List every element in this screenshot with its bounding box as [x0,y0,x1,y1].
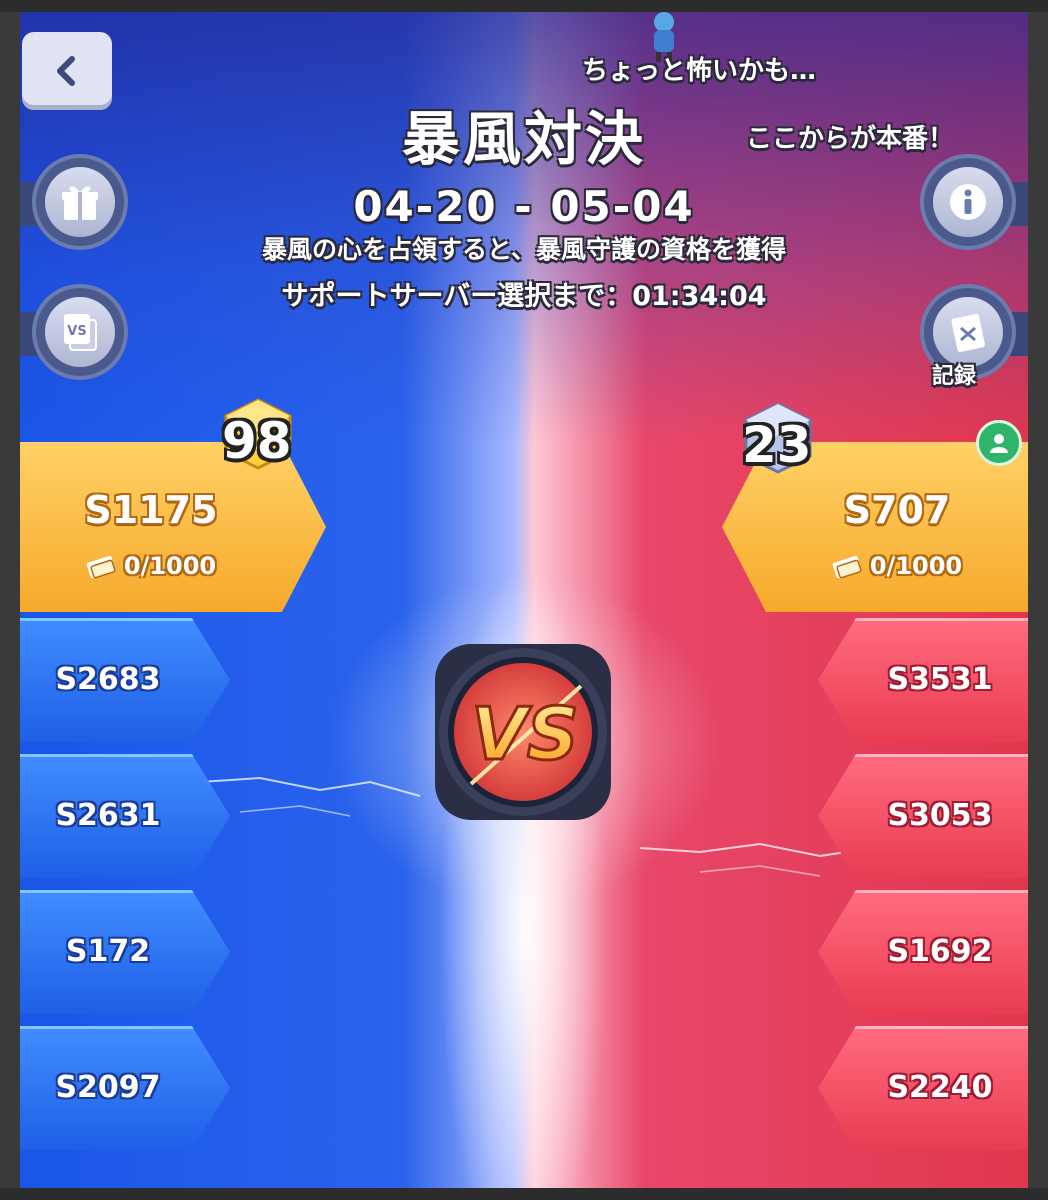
left-server-slot[interactable]: S2097 [20,1026,230,1150]
svg-text:VS: VS [67,324,86,339]
left-server-slot[interactable]: S2683 [20,618,230,742]
record-label: 記録 [932,364,977,389]
right-server-name: S3053 [887,798,993,833]
left-server-slot[interactable]: S172 [20,890,230,1014]
left-server-slot[interactable]: S2631 [20,754,230,878]
right-server-slot[interactable]: S3531 [818,618,1028,742]
user-icon [990,434,1008,453]
storm-duel-screen: VS 記録 ちょっと怖いかも… ここからが本番！ 暴風対決 04-20 - 05… [20,12,1028,1188]
chevron-left-icon [57,56,75,86]
left-team-score: 98 [222,412,292,470]
right-server-name: S3531 [887,662,993,697]
left-main-server-name: S1175 [84,488,218,532]
left-main-server-quota: 0/1000 [20,552,282,580]
event-description: 暴風の心を占領すると、暴風守護の資格を獲得 [261,235,786,264]
left-server-name: S2097 [55,1070,161,1105]
top-frame-strip [0,0,1048,12]
left-server-name: S2631 [55,798,161,833]
countdown-label: サポートサーバー選択まで： [281,281,633,312]
right-main-server-name: S707 [843,488,951,532]
support-server-countdown: サポートサーバー選択まで：01:34:04 [20,274,1028,313]
right-server-slot[interactable]: S1692 [818,890,1028,1014]
right-server-slot[interactable]: S2240 [818,1026,1028,1150]
left-server-name: S172 [65,934,151,969]
left-server-name: S2683 [55,662,161,697]
vs-badge: VS [435,644,611,820]
vs-text: VS [471,692,579,776]
right-team-score: 23 [742,416,812,474]
chat-message: ちょっと怖いかも… [582,56,817,86]
bottom-frame-strip [0,1188,1048,1200]
countdown-value: 01:34:04 [632,281,767,312]
user-badge[interactable] [976,420,1022,466]
ticket-icon [832,555,862,579]
right-server-slot[interactable]: S3053 [818,754,1028,878]
event-date-range: 04-20 - 05-04 [353,182,695,231]
right-main-server-quota: 0/1000 [766,552,1028,580]
event-title: 暴風対決 [401,105,646,173]
ticket-icon [86,555,116,579]
right-server-name: S1692 [887,934,993,969]
vs-history-icon: VS [64,314,97,351]
record-icon [951,313,985,352]
right-server-name: S2240 [887,1070,993,1105]
